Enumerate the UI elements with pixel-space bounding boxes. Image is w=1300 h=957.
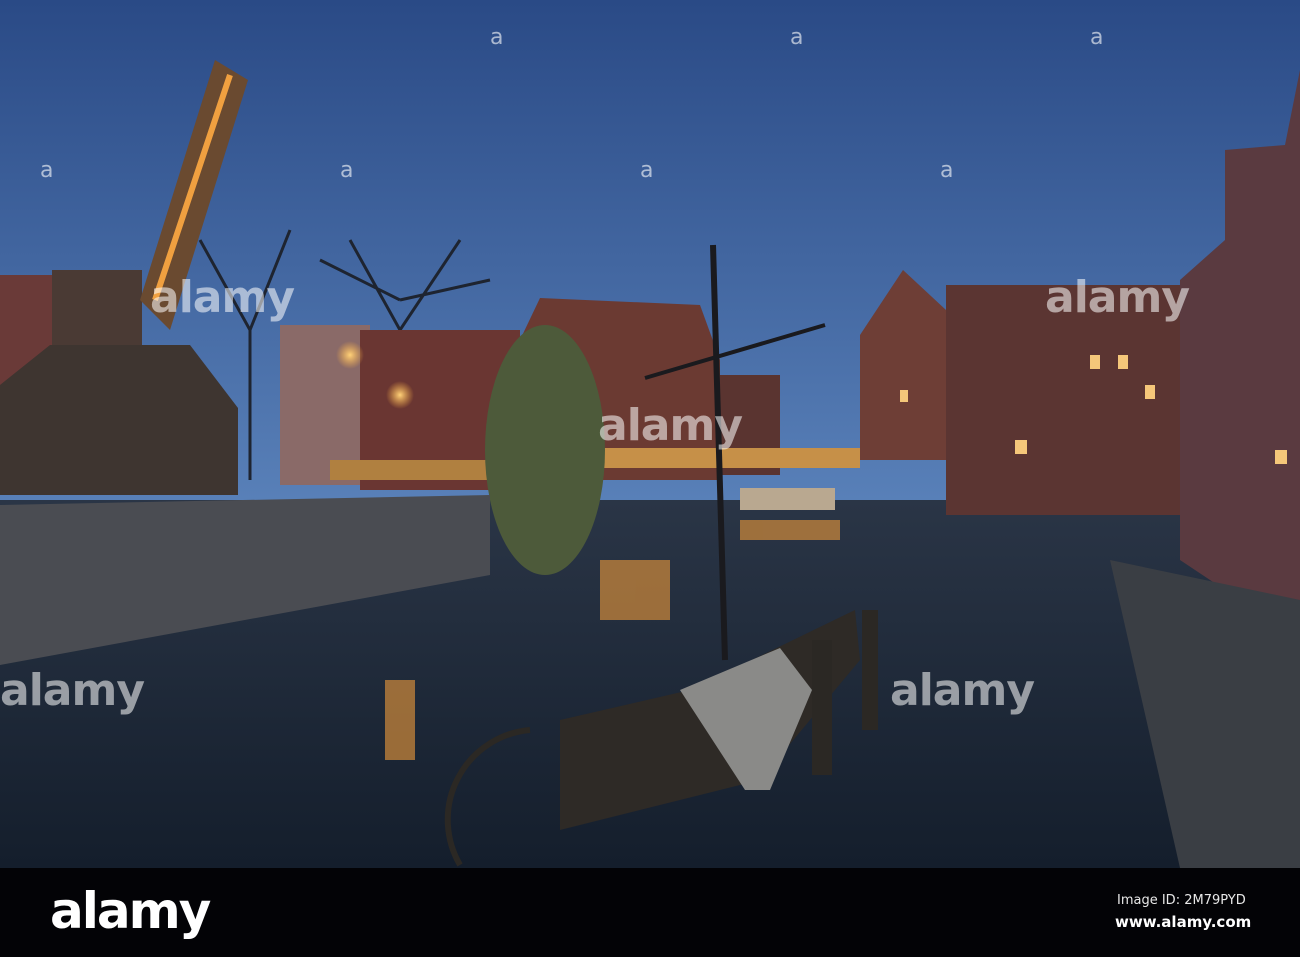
weir: [740, 488, 835, 510]
watermark-small: a: [940, 158, 954, 183]
watermark-small: a: [640, 158, 654, 183]
watermark-logo: alamy: [890, 665, 1035, 716]
watermark-small: a: [340, 158, 354, 183]
watermark-small: a: [490, 25, 504, 50]
watermark-logo: alamy: [0, 665, 145, 716]
image-id: Image ID: 2M79PYD: [1117, 893, 1246, 908]
site-url: www.alamy.com: [1115, 913, 1252, 931]
caption-bar: alamy Image ID: 2M79PYD www.alamy.com: [0, 868, 1300, 957]
alamy-logo: alamy: [50, 882, 211, 940]
willow-tree: [485, 325, 605, 575]
watermark-logo: alamy: [150, 272, 295, 323]
watermark-logo: alamy: [1045, 272, 1190, 323]
watermark-small: a: [790, 25, 804, 50]
watermark-logo: alamy: [598, 400, 743, 451]
watermark-small: a: [1090, 25, 1104, 50]
watermark-small: a: [40, 158, 54, 183]
